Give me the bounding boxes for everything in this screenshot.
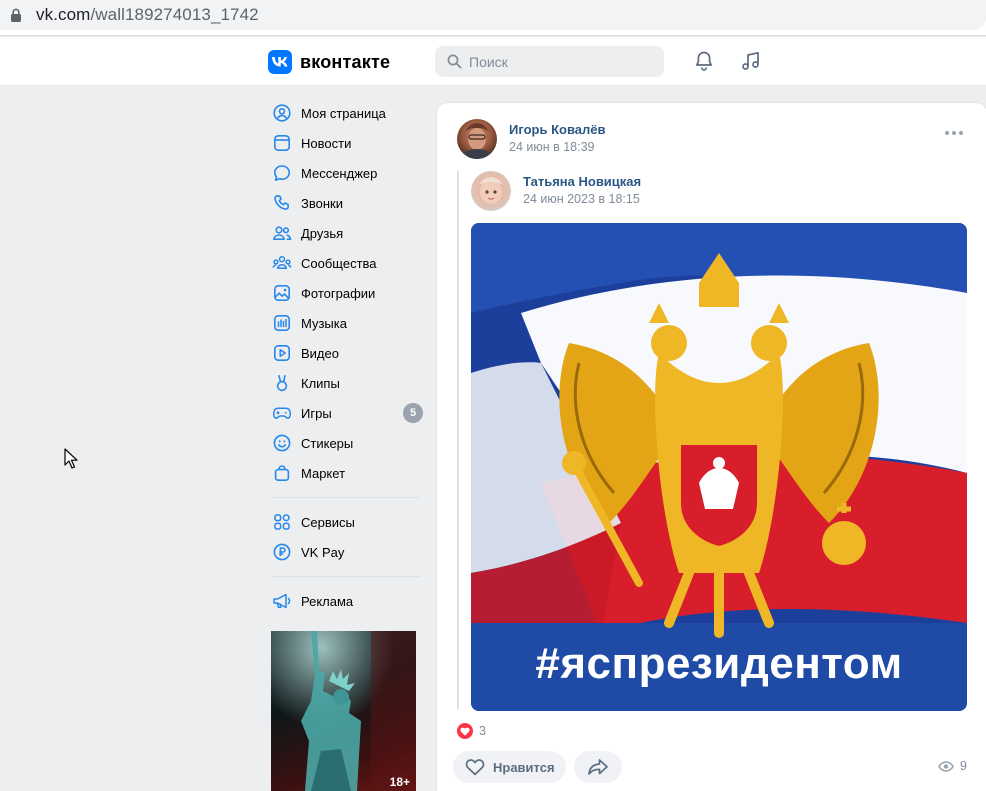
repost-avatar[interactable] [471, 171, 511, 211]
sidebar-item-calls[interactable]: Звонки [268, 188, 426, 218]
sidebar-item-label: Маркет [301, 465, 346, 481]
url-host: vk.com [36, 5, 91, 24]
more-dot [959, 131, 963, 135]
sidebar-item-friends[interactable]: Друзья [268, 218, 426, 248]
sidebar-item-market[interactable]: Маркет [268, 458, 426, 488]
sidebar-item-label: Мессенджер [301, 165, 378, 181]
post-date[interactable]: 24 июн в 18:39 [509, 140, 595, 154]
ruble-icon [272, 542, 292, 562]
sidebar-item-services[interactable]: Сервисы [268, 507, 426, 537]
sidebar-item-label: Моя страница [301, 105, 386, 121]
post-image[interactable]: #яспрезидентом [471, 223, 967, 711]
music-icon [272, 313, 292, 333]
coat-of-arms-image [471, 223, 967, 711]
sidebar-item-news[interactable]: Новости [268, 128, 426, 158]
share-icon [588, 759, 608, 775]
heart-outline-icon [465, 759, 485, 776]
url-text: vk.com/wall189274013_1742 [36, 5, 259, 25]
smile-icon [272, 433, 292, 453]
sidebar-item-communities[interactable]: Сообщества [268, 248, 426, 278]
heart-icon [457, 723, 473, 739]
sidebar-item-games[interactable]: Игры 5 [268, 398, 426, 428]
sidebar-item-label: Друзья [301, 225, 344, 241]
more-options-icon[interactable] [945, 129, 963, 137]
bell-icon[interactable] [692, 49, 716, 73]
sidebar-item-photos[interactable]: Фотографии [268, 278, 426, 308]
image-hashtag-caption: #яспрезидентом [535, 639, 903, 688]
avatar[interactable] [457, 119, 497, 159]
news-icon [272, 133, 292, 153]
sidebar-item-messenger[interactable]: Мессенджер [268, 158, 426, 188]
likes-summary[interactable]: 3 [457, 723, 486, 739]
eye-icon [938, 760, 954, 772]
sidebar-item-label: Клипы [301, 375, 340, 391]
friends-icon [272, 223, 292, 243]
sidebar-item-music[interactable]: Музыка [268, 308, 426, 338]
sidebar-item-label: Сообщества [301, 255, 377, 271]
repost-date[interactable]: 24 июн 2023 в 18:15 [523, 192, 640, 206]
ad-banner[interactable]: 18+ [271, 631, 416, 791]
sidebar-item-ads[interactable]: Реклама [268, 586, 426, 616]
repost-line [457, 171, 459, 709]
age-rating-badge: 18+ [389, 775, 410, 789]
message-icon [272, 163, 292, 183]
post-author[interactable]: Игорь Ковалёв [509, 122, 605, 137]
sidebar-item-label: Игры [301, 405, 332, 421]
views-count: 9 [960, 759, 967, 773]
photo-icon [272, 283, 292, 303]
sidebar-divider [272, 497, 420, 498]
music-icon[interactable] [739, 49, 763, 73]
vk-logo-icon [268, 50, 292, 74]
search-box[interactable] [435, 46, 664, 77]
like-button[interactable]: Нравится [453, 751, 566, 783]
sidebar-item-label: Стикеры [301, 435, 354, 451]
browser-address-bar: vk.com/wall189274013_1742 [0, 0, 986, 36]
sidebar-item-video[interactable]: Видео [268, 338, 426, 368]
sidebar-item-label: VK Pay [301, 544, 345, 560]
lock-icon [11, 8, 21, 22]
sidebar-item-vk-pay[interactable]: VK Pay [268, 537, 426, 567]
sidebar-item-my-page[interactable]: Моя страница [268, 98, 426, 128]
sidebar-item-stickers[interactable]: Стикеры [268, 428, 426, 458]
user-circle-icon [272, 103, 292, 123]
sidebar-item-label: Фотографии [301, 285, 376, 301]
services-icon [272, 512, 292, 532]
sidebar-item-label: Сервисы [301, 514, 355, 530]
sidebar-item-label: Реклама [301, 593, 354, 609]
games-icon [272, 403, 292, 423]
vk-header: вконтакте [0, 37, 986, 86]
search-input[interactable] [469, 46, 659, 77]
megaphone-icon [272, 591, 292, 611]
sidebar-item-label: Музыка [301, 315, 347, 331]
sidebar-item-clips[interactable]: Клипы [268, 368, 426, 398]
post-card: Игорь Ковалёв 24 июн в 18:39 Татьяна Нов… [436, 102, 986, 791]
market-bag-icon [272, 463, 292, 483]
statue-of-liberty-image [271, 631, 416, 791]
sidebar-item-label: Видео [301, 345, 339, 361]
phone-icon [272, 193, 292, 213]
url-path: /wall189274013_1742 [90, 5, 259, 24]
sidebar-item-label: Новости [301, 135, 352, 151]
share-button[interactable] [574, 751, 622, 783]
communities-icon [272, 253, 292, 273]
games-count-badge: 5 [403, 403, 423, 423]
clips-icon [272, 373, 292, 393]
more-dot [952, 131, 956, 135]
like-button-label: Нравится [493, 759, 555, 775]
sidebar-item-label: Звонки [301, 195, 343, 211]
repost-author[interactable]: Татьяна Новицкая [523, 174, 641, 189]
logo-text: вконтакте [300, 51, 391, 72]
mouse-cursor-icon [64, 448, 78, 469]
sidebar-divider [272, 576, 420, 577]
likes-count: 3 [479, 724, 486, 738]
more-dot [945, 131, 949, 135]
video-icon [272, 343, 292, 363]
search-icon [447, 54, 462, 69]
views-counter: 9 [938, 759, 967, 773]
address-field[interactable]: vk.com/wall189274013_1742 [0, 0, 986, 30]
left-sidebar: Моя страница Новости Мессенджер Звонки Д… [268, 98, 426, 616]
vk-logo[interactable]: вконтакте [268, 50, 390, 74]
